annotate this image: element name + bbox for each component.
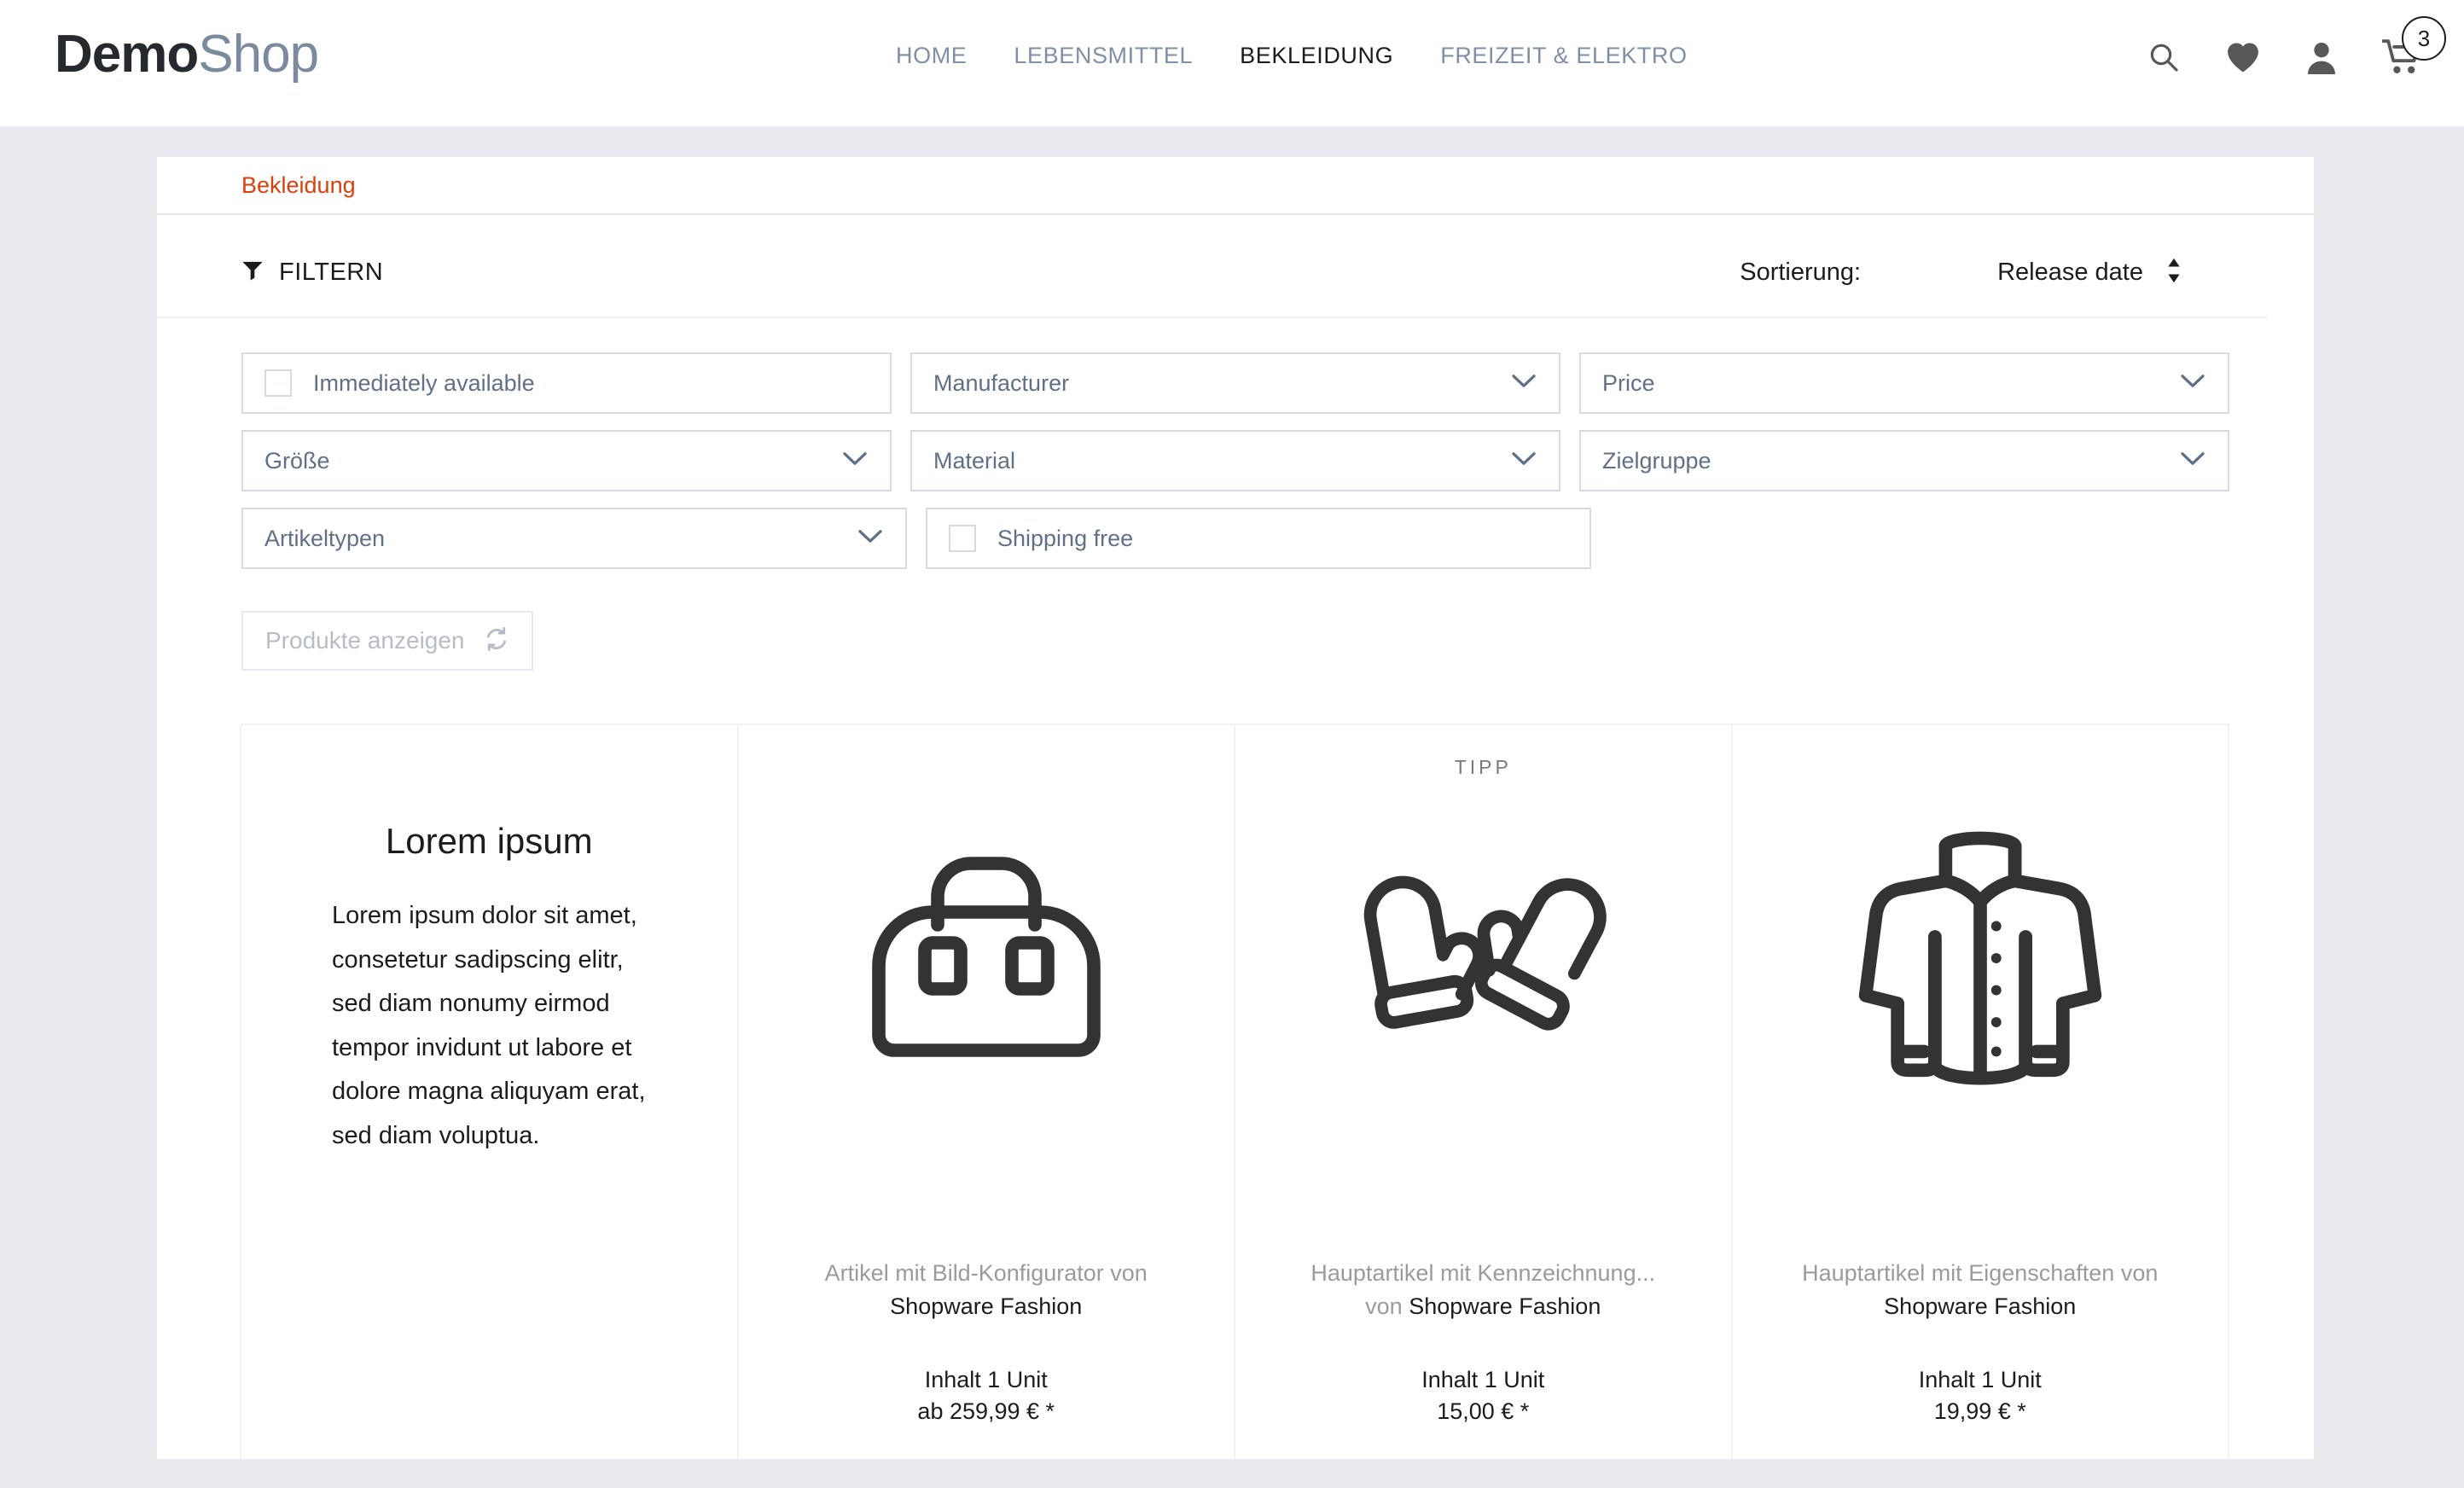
listing-actions-bar: FILTERN Sortierung: Release date [157, 215, 2267, 318]
filter-label-zielgruppe: Zielgruppe [1602, 447, 1711, 474]
product-meta: Artikel mit Bild-Konfigurator von Shopwa… [773, 1257, 1200, 1459]
chevron-down-icon [857, 529, 883, 549]
show-products-label: Produkte anzeigen [265, 627, 465, 654]
jacket-icon [1857, 817, 2104, 1099]
filter-row-1: Immediately available Manufacturer Price [241, 352, 2229, 414]
product-name: Hauptartikel mit Eigenschaften von [1802, 1260, 2159, 1287]
filter-price[interactable]: Price [1579, 352, 2229, 414]
logo-secondary-text: Shop [198, 25, 319, 84]
nav-item-freizeit-elektro[interactable]: FREIZEIT & ELEKTRO [1440, 43, 1687, 69]
filter-toggle-label: FILTERN [279, 259, 384, 286]
product-manufacturer: Shopware Fashion [1884, 1293, 2077, 1319]
sorting-select-value[interactable]: Release date [1997, 259, 2143, 287]
chevron-down-icon [1511, 451, 1537, 471]
filter-label-material: Material [933, 447, 1016, 474]
checkbox-immediately-available[interactable] [264, 369, 292, 397]
product-content: Inhalt 1 Unit [924, 1367, 1048, 1392]
text-teaser-body: Lorem ipsum dolor sit amet, consetetur s… [332, 902, 646, 1150]
page-content: Bekleidung FILTERN Sortierung: Release d… [157, 157, 2314, 1459]
filter-zielgruppe[interactable]: Zielgruppe [1579, 430, 2229, 491]
nav-item-bekleidung[interactable]: BEKLEIDUNG [1240, 43, 1393, 69]
apply-filters-wrapper: Produkte anzeigen [157, 585, 2314, 671]
header-icon-group: 3 [2147, 16, 2446, 79]
filter-funnel-icon [241, 259, 264, 286]
product-card[interactable]: Artikel mit Bild-Konfigurator von Shopwa… [736, 725, 1235, 1459]
filter-panel: Immediately available Manufacturer Price [157, 318, 2314, 569]
filter-row-3: Artikeltypen Shipping free [241, 508, 2229, 569]
chevron-down-icon [2180, 374, 2205, 393]
product-content: Inhalt 1 Unit [1421, 1367, 1545, 1392]
product-name: Hauptartikel mit Kennzeichnung... [1310, 1260, 1656, 1287]
text-teaser-card: Lorem ipsum Lorem ipsum dolor sit amet, … [240, 725, 739, 1459]
product-name: Artikel mit Bild-Konfigurator von [824, 1260, 1148, 1287]
logo-primary-text: Demo [55, 25, 199, 84]
product-meta: Hauptartikel mit Eigenschaften von Shopw… [1767, 1257, 2194, 1459]
filter-material[interactable]: Material [910, 430, 1560, 491]
main-navigation: HOME LEBENSMITTEL BEKLEIDUNG FREIZEIT & … [896, 43, 1688, 69]
product-grid: Lorem ipsum Lorem ipsum dolor sit amet, … [240, 724, 2229, 1459]
sort-arrows-icon[interactable] [2165, 258, 2182, 288]
product-card[interactable]: TIPP Hauptartikel mit Kennzeichnung... v… [1234, 725, 1733, 1459]
account-icon[interactable] [2305, 40, 2338, 78]
refresh-icon [484, 626, 509, 656]
product-price: ab 259,99 € * [917, 1398, 1055, 1424]
filter-manufacturer[interactable]: Manufacturer [910, 352, 1560, 414]
product-price: 19,99 € * [1933, 1398, 2026, 1424]
category-listing: FILTERN Sortierung: Release date Immedia… [157, 215, 2314, 1459]
filter-shipping-free[interactable]: Shipping free [926, 508, 1591, 569]
sorting-label: Sortierung: [1740, 259, 1862, 286]
mittens-icon [1355, 817, 1611, 1099]
filter-artikeltypen[interactable]: Artikeltypen [241, 508, 907, 569]
filter-toggle-button[interactable]: FILTERN [241, 259, 383, 287]
filter-label-immediately-available: Immediately available [313, 369, 535, 396]
chevron-down-icon [842, 451, 868, 471]
checkbox-shipping-free[interactable] [949, 525, 976, 552]
cart-icon[interactable]: 3 [2381, 16, 2446, 79]
product-badge-tipp: TIPP [1454, 756, 1512, 778]
nav-item-lebensmittel[interactable]: LEBENSMITTEL [1014, 43, 1193, 69]
product-content: Inhalt 1 Unit [1918, 1367, 2042, 1392]
product-meta: Hauptartikel mit Kennzeichnung... von Sh… [1270, 1257, 1697, 1459]
filter-row-3-spacer [1610, 508, 2229, 569]
search-icon[interactable] [2147, 40, 2181, 78]
filter-label-groesse: Größe [264, 447, 330, 474]
filter-row-2: Größe Material Zielgruppe [241, 430, 2229, 491]
duffle-bag-icon [858, 817, 1114, 1099]
chevron-down-icon [2180, 451, 2205, 471]
heart-icon[interactable] [2225, 40, 2261, 78]
show-products-button[interactable]: Produkte anzeigen [241, 611, 533, 671]
text-teaser-title: Lorem ipsum [385, 821, 593, 861]
nav-item-home[interactable]: HOME [896, 43, 967, 69]
cart-count-badge: 3 [2402, 16, 2446, 61]
filter-label-shipping-free: Shipping free [997, 525, 1134, 551]
breadcrumb: Bekleidung [157, 157, 2314, 215]
product-manufacturer: Shopware Fashion [890, 1293, 1083, 1319]
filter-label-manufacturer: Manufacturer [933, 369, 1070, 396]
filter-groesse[interactable]: Größe [241, 430, 892, 491]
filter-label-price: Price [1602, 369, 1655, 396]
product-manufacturer-prefix: von [1365, 1293, 1409, 1319]
breadcrumb-item-bekleidung[interactable]: Bekleidung [241, 172, 356, 199]
sorting-control: Sortierung: Release date [1740, 258, 2182, 288]
filter-immediately-available[interactable]: Immediately available [241, 352, 892, 414]
chevron-down-icon [1511, 374, 1537, 393]
product-manufacturer: Shopware Fashion [1409, 1293, 1601, 1319]
site-header: DemoShop HOME LEBENSMITTEL BEKLEIDUNG FR… [0, 0, 2464, 126]
product-price: 15,00 € * [1437, 1398, 1530, 1424]
filter-label-artikeltypen: Artikeltypen [264, 525, 386, 551]
product-card[interactable]: Hauptartikel mit Eigenschaften von Shopw… [1730, 725, 2229, 1459]
site-logo[interactable]: DemoShop [55, 24, 319, 84]
